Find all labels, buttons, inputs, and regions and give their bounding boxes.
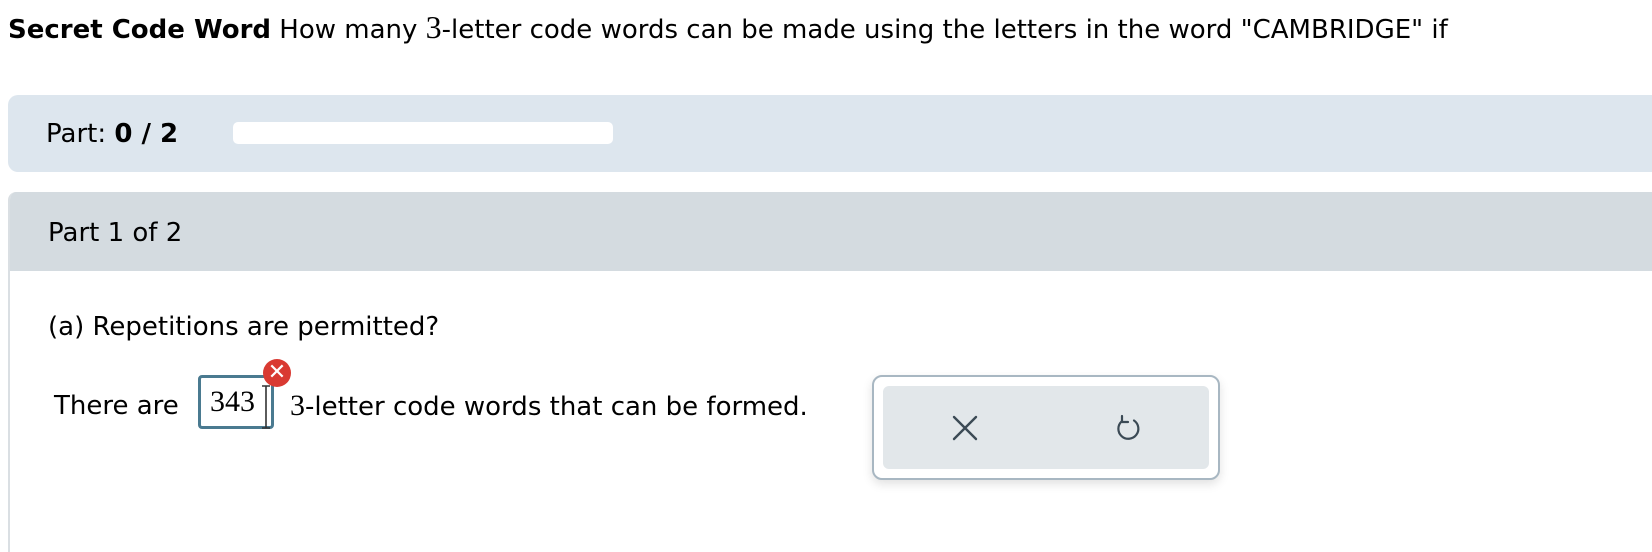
- part-header-label: Part 1 of 2: [48, 218, 183, 248]
- progress-label-text: Part:: [46, 119, 107, 149]
- part-header: Part 1 of 2: [10, 192, 1652, 271]
- problem-title-line: Secret Code Word How many 3-letter code …: [8, 10, 1448, 47]
- problem-text-before: How many: [279, 15, 426, 45]
- answer-input-value: 343: [210, 385, 255, 418]
- problem-title: Secret Code Word: [8, 15, 271, 45]
- answer-input[interactable]: 343: [198, 375, 274, 429]
- answer-suffix-number: 3: [290, 389, 305, 422]
- answer-prefix: There are: [54, 391, 179, 421]
- answer-tools-panel: [872, 375, 1220, 480]
- progress-bar: [233, 122, 613, 144]
- close-icon: [952, 415, 978, 441]
- answer-suffix: 3-letter code words that can be formed.: [290, 389, 808, 424]
- answer-suffix-text: -letter code words that can be formed.: [305, 392, 808, 422]
- progress-panel: Part: 0 / 2: [8, 95, 1652, 172]
- problem-math-number: 3: [425, 9, 442, 45]
- question-text: (a) Repetitions are permitted?: [48, 312, 440, 342]
- undo-icon: [1117, 414, 1140, 440]
- progress-value: 0 / 2: [114, 119, 179, 149]
- part-card: Part 1 of 2 (a) Repetitions are permitte…: [8, 192, 1652, 552]
- undo-button[interactable]: [1105, 406, 1149, 450]
- answer-tools-inner: [883, 386, 1209, 469]
- text-cursor-icon: [262, 385, 270, 429]
- error-x-icon: ✕: [263, 359, 291, 387]
- clear-button[interactable]: [943, 406, 987, 450]
- progress-label: Part: 0 / 2: [46, 117, 178, 151]
- problem-text-after: -letter code words can be made using the…: [441, 15, 1448, 45]
